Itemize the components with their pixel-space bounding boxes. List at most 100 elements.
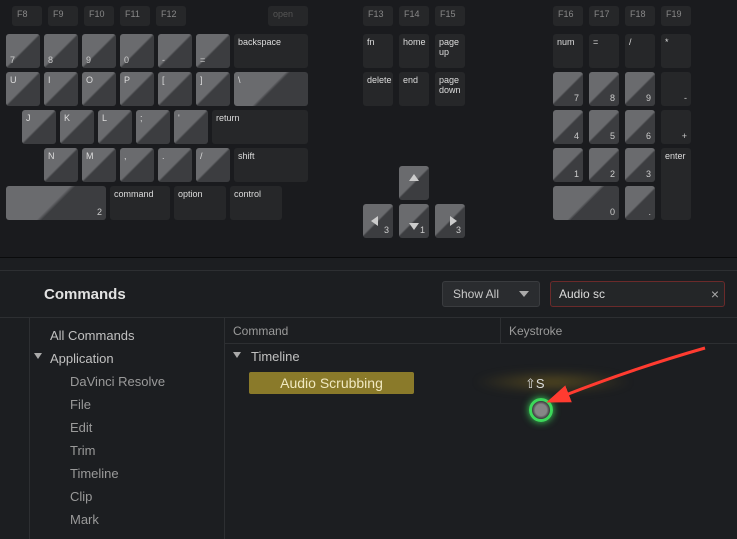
tree-trim[interactable]: Trim [30,439,224,462]
key-space[interactable]: 2 [6,186,106,220]
key-numlock[interactable]: num [553,34,583,68]
key-7[interactable]: 7 [6,34,40,68]
key-p[interactable]: P [120,72,154,106]
key-pagedown[interactable]: page down [435,72,465,106]
search-wrap: × [550,281,725,307]
key-semicolon[interactable]: ; [136,110,170,144]
key-open[interactable]: open [268,6,308,26]
key-arrow-right[interactable]: 3 [435,204,465,238]
key-m[interactable]: M [82,148,116,182]
clear-search-icon[interactable]: × [711,286,719,302]
key-return[interactable]: return [212,110,308,144]
key-k[interactable]: K [60,110,94,144]
key-f17[interactable]: F17 [589,6,619,26]
search-input[interactable] [550,281,725,307]
filter-label: Show All [453,287,499,301]
key-f12[interactable]: F12 [156,6,186,26]
highlight-smudge [473,370,633,394]
key-f13[interactable]: F13 [363,6,393,26]
key-num5[interactable]: 5 [589,110,619,144]
chevron-down-icon [34,353,42,359]
key-num2[interactable]: 2 [589,148,619,182]
key-shift[interactable]: shift [234,148,308,182]
key-num9[interactable]: 9 [625,72,655,106]
tree-all-commands[interactable]: All Commands [30,324,224,347]
key-num8[interactable]: 8 [589,72,619,106]
keyboard-viewer: F8 F9 F10 F11 F12 open F13 F14 F15 F16 F… [0,0,737,258]
key-num7[interactable]: 7 [553,72,583,106]
key-num-enter[interactable]: enter [661,148,691,220]
tree-application[interactable]: Application [30,347,224,370]
filter-dropdown[interactable]: Show All [442,281,540,307]
key-f15[interactable]: F15 [435,6,465,26]
arrow-left-icon [371,216,378,226]
key-num-star[interactable]: * [661,34,691,68]
key-f11[interactable]: F11 [120,6,150,26]
commands-panel: Commands Show All × All Commands Applica… [0,270,737,539]
key-minus[interactable]: - [158,34,192,68]
key-arrow-left[interactable]: 3 [363,204,393,238]
col-command[interactable]: Command [225,318,501,343]
key-i[interactable]: I [44,72,78,106]
key-o[interactable]: O [82,72,116,106]
key-l[interactable]: L [98,110,132,144]
key-comma[interactable]: , [120,148,154,182]
chevron-down-icon [519,291,529,297]
key-backslash[interactable]: \ [234,72,308,106]
key-f16[interactable]: F16 [553,6,583,26]
key-quote[interactable]: ' [174,110,208,144]
arrow-up-icon [409,174,419,181]
key-j[interactable]: J [22,110,56,144]
key-arrow-up[interactable] [399,166,429,200]
col-keystroke[interactable]: Keystroke [501,318,737,343]
key-num3[interactable]: 3 [625,148,655,182]
tree-clip[interactable]: Clip [30,485,224,508]
key-0[interactable]: 0 [120,34,154,68]
cursor-highlight [529,398,553,422]
key-pageup[interactable]: page up [435,34,465,68]
key-bracket-l[interactable]: [ [158,72,192,106]
tree-davinci[interactable]: DaVinci Resolve [30,370,224,393]
key-num-minus[interactable]: - [661,72,691,106]
tree-timeline[interactable]: Timeline [30,462,224,485]
key-backspace[interactable]: backspace [234,34,308,68]
key-delete[interactable]: delete [363,72,393,106]
key-u[interactable]: U [6,72,40,106]
key-arrow-down[interactable]: 1 [399,204,429,238]
side-gutter [0,318,30,539]
key-bracket-r[interactable]: ] [196,72,230,106]
key-num-dot[interactable]: . [625,186,655,220]
key-equals[interactable]: = [196,34,230,68]
tree-file[interactable]: File [30,393,224,416]
key-slash[interactable]: / [196,148,230,182]
key-num0[interactable]: 0 [553,186,619,220]
chevron-down-icon [233,352,241,358]
key-command[interactable]: command [110,186,170,220]
key-option[interactable]: option [174,186,226,220]
key-num-slash[interactable]: / [625,34,655,68]
tree-mark[interactable]: Mark [30,508,224,531]
key-control[interactable]: control [230,186,282,220]
command-list: Command Keystroke Timeline Audio Scrubbi… [225,318,737,539]
key-f14[interactable]: F14 [399,6,429,26]
key-f9[interactable]: F9 [48,6,78,26]
key-fn[interactable]: fn [363,34,393,68]
key-end[interactable]: end [399,72,429,106]
key-9[interactable]: 9 [82,34,116,68]
key-f10[interactable]: F10 [84,6,114,26]
key-num-equals[interactable]: = [589,34,619,68]
key-home[interactable]: home [399,34,429,68]
tree-edit[interactable]: Edit [30,416,224,439]
key-f8[interactable]: F8 [12,6,42,26]
key-period[interactable]: . [158,148,192,182]
key-num6[interactable]: 6 [625,110,655,144]
key-8[interactable]: 8 [44,34,78,68]
key-f19[interactable]: F19 [661,6,691,26]
key-n[interactable]: N [44,148,78,182]
key-num1[interactable]: 1 [553,148,583,182]
key-num-plus[interactable]: + [661,110,691,144]
key-f18[interactable]: F18 [625,6,655,26]
result-command-label: Audio Scrubbing [249,372,414,394]
result-group-timeline[interactable]: Timeline [225,344,737,368]
key-num4[interactable]: 4 [553,110,583,144]
